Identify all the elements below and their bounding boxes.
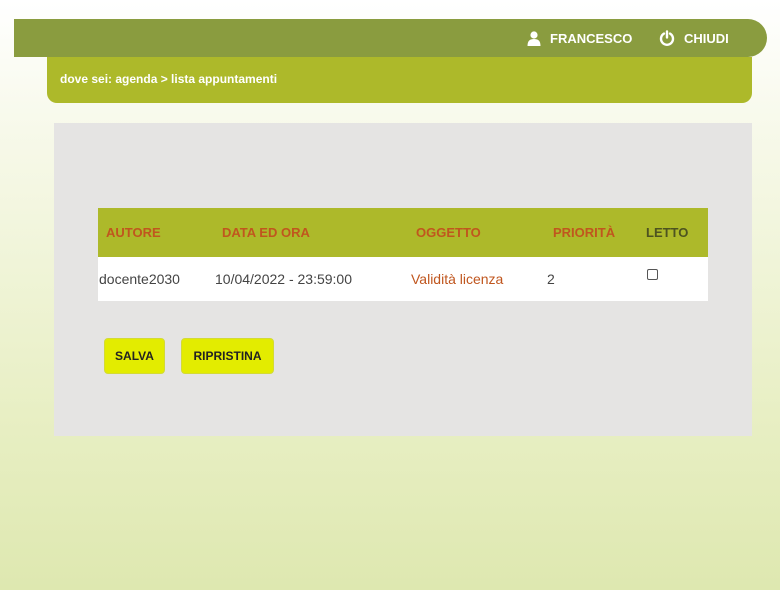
oggetto-link[interactable]: Validità licenza [411,271,503,287]
column-header-oggetto: OGGETTO [416,225,481,240]
column-header-letto: LETTO [646,225,689,240]
column-header-data-ora: DATA ED ORA [222,225,310,240]
cell-oggetto: Validità licenza [408,257,545,301]
save-button[interactable]: SALVA [104,338,165,374]
breadcrumb-bar: dove sei: agenda > lista appuntamenti [47,57,752,103]
column-header-autore: AUTORE [106,225,161,240]
top-bar: FRANCESCO CHIUDI [14,19,767,57]
column-header-priorita: PRIORITÀ [553,225,616,240]
user-icon [527,30,541,46]
logout-label: CHIUDI [684,30,729,46]
logout-button[interactable]: CHIUDI [659,19,729,57]
cell-data-ora: 10/04/2022 - 23:59:00 [215,271,353,287]
user-name: FRANCESCO [550,30,633,46]
cell-priorita: 2 [547,271,555,287]
user-info: FRANCESCO [527,19,632,57]
appointments-table: AUTORE DATA ED ORA OGGETTO PRIORITÀ LETT… [98,208,708,301]
cell-letto [638,257,708,301]
table-header-row: AUTORE DATA ED ORA OGGETTO PRIORITÀ LETT… [98,208,708,257]
content-panel: AUTORE DATA ED ORA OGGETTO PRIORITÀ LETT… [54,123,752,436]
letto-checkbox[interactable] [647,269,658,280]
power-icon [659,30,675,46]
breadcrumb: dove sei: agenda > lista appuntamenti [60,72,278,86]
reset-button[interactable]: RIPRISTINA [181,338,274,374]
cell-autore: docente2030 [99,271,180,287]
table-row: docente2030 10/04/2022 - 23:59:00 Validi… [98,257,708,301]
